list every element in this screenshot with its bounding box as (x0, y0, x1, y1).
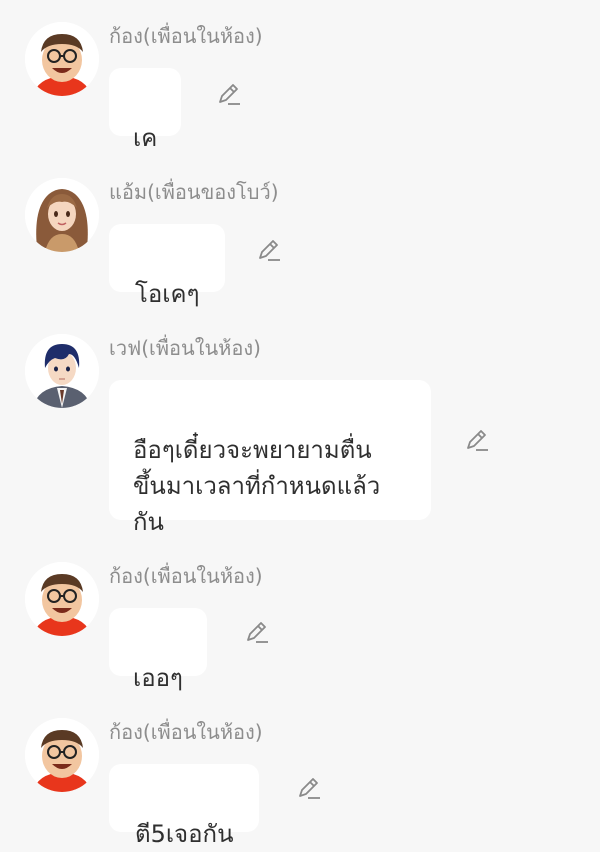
pencil-edit-icon[interactable] (216, 82, 242, 108)
message-bubble[interactable]: อือๆเดี๋ยวจะพยายามตื่น ขึ้นมาเวลาที่กำหน… (109, 380, 431, 536)
young-man-avatar-icon (25, 334, 99, 408)
chubby-man-avatar-icon (25, 562, 99, 636)
pencil-edit-icon[interactable] (256, 238, 282, 264)
message-bubble[interactable]: เออๆ (109, 608, 207, 692)
message-text: ตี5เจอกัน (135, 820, 234, 848)
avatar[interactable] (25, 334, 99, 408)
pencil-edit-icon[interactable] (464, 428, 490, 454)
message-bubble[interactable]: ตี5เจอกัน (109, 764, 260, 848)
sender-name: ก้อง(เพื่อนในห้อง) (109, 24, 263, 48)
chat-message: เวฟ(เพื่อนในห้อง) อือๆเดี๋ยวจะพยายามตื่น… (0, 334, 600, 536)
message-bubble[interactable]: เค (109, 68, 182, 152)
sender-name: แอ้ม(เพื่อนของโบว์) (109, 180, 279, 204)
avatar[interactable] (25, 178, 99, 252)
message-bubble[interactable]: โอเคๆ (109, 224, 226, 308)
pencil-edit-icon[interactable] (296, 776, 322, 802)
message-text: เค (133, 124, 158, 152)
chat-message: ก้อง(เพื่อนในห้อง) เค (0, 22, 600, 152)
chubby-man-avatar-icon (25, 22, 99, 96)
woman-avatar-icon (25, 178, 99, 252)
sender-name: เวฟ(เพื่อนในห้อง) (109, 336, 261, 360)
message-text: โอเคๆ (135, 280, 200, 308)
avatar[interactable] (25, 562, 99, 636)
chat-screen: { "messages": [ { "sender": "ก้อง(เพื่อน… (0, 0, 600, 850)
avatar[interactable] (25, 718, 99, 792)
avatar[interactable] (25, 22, 99, 96)
chat-message: ก้อง(เพื่อนในห้อง) ตี5เจอกัน (0, 718, 600, 848)
chat-message: แอ้ม(เพื่อนของโบว์) โอเคๆ (0, 178, 600, 308)
sender-name: ก้อง(เพื่อนในห้อง) (109, 720, 263, 744)
pencil-edit-icon[interactable] (244, 620, 270, 646)
message-text: เออๆ (133, 664, 183, 692)
message-text: อือๆเดี๋ยวจะพยายามตื่น ขึ้นมาเวลาที่กำหน… (133, 436, 381, 536)
chat-message: ก้อง(เพื่อนในห้อง) เออๆ (0, 562, 600, 692)
sender-name: ก้อง(เพื่อนในห้อง) (109, 564, 263, 588)
chubby-man-avatar-icon (25, 718, 99, 792)
